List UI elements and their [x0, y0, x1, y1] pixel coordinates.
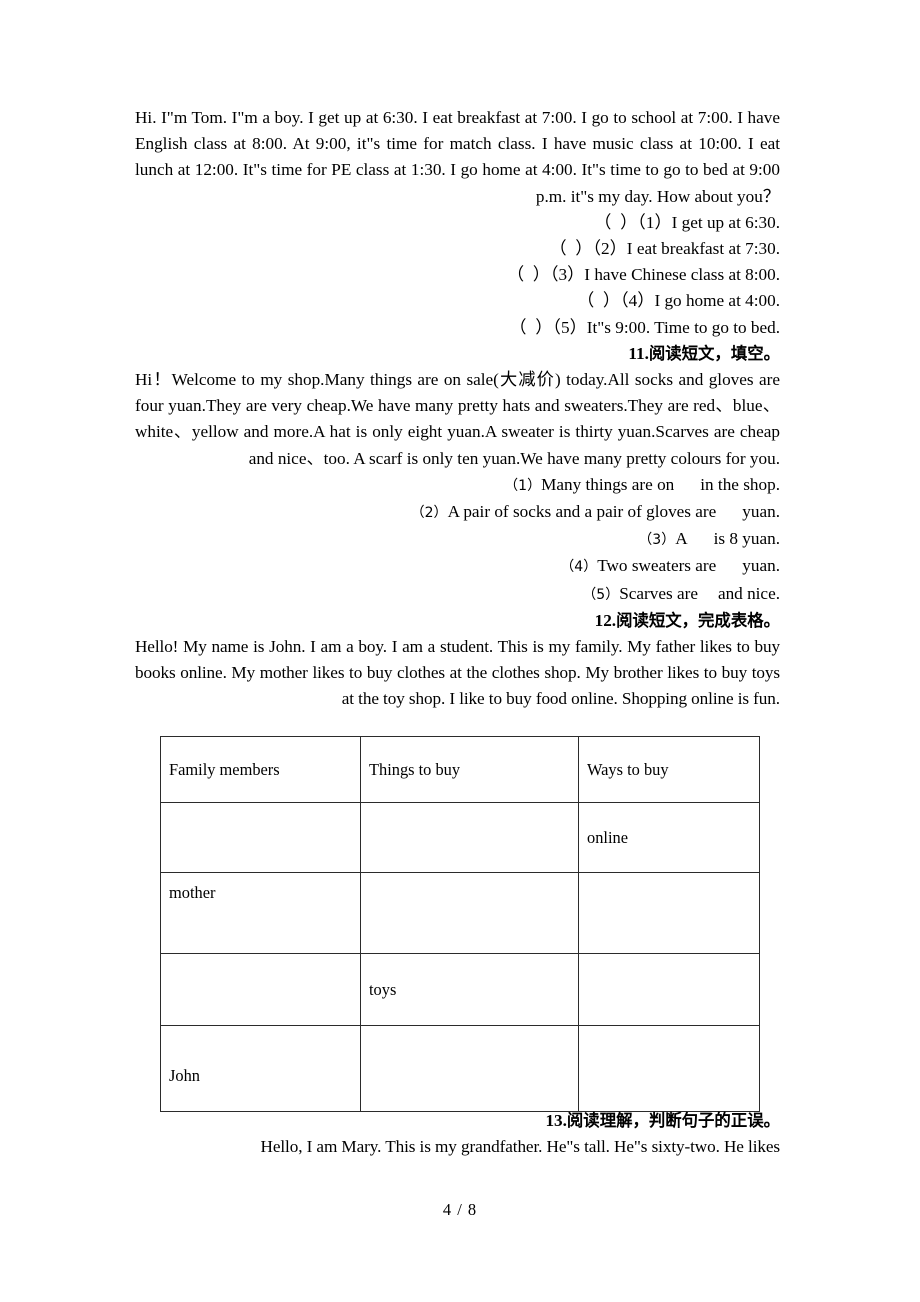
family-shopping-table-wrapper: Family members Things to buy Ways to buy… [160, 736, 760, 1112]
family-shopping-table: Family members Things to buy Ways to buy… [160, 736, 760, 1112]
section10-question-4: （ ）（4）I go home at 4:00. [577, 291, 780, 311]
section13-block: 13.阅读理解，判断句子的正误。 Hello, I am Mary. This … [135, 1108, 781, 1160]
section13-passage: Hello, I am Mary. This is my grandfather… [260, 1137, 781, 1157]
page-footer: 4 / 8 [442, 1200, 478, 1219]
section10-question-5: （ ）（5）It"s 9:00. Time to go to bed. [509, 317, 780, 337]
section11-question-3: （3）A is 8 yuan. [135, 526, 780, 553]
table-row: toys [160, 953, 760, 1026]
table-cell-member-3[interactable] [160, 953, 361, 1026]
table-cell-member-4: John [160, 1025, 361, 1112]
section11-question-2-label: （2） [410, 505, 448, 522]
table-cell-things-2[interactable] [360, 872, 579, 954]
section11-question-3-label: （3） [638, 532, 676, 549]
table-header-family-members: Family members [160, 736, 361, 803]
page-content: Hi. I"m Tom. I"m a boy. I get up at 6:30… [135, 105, 780, 713]
section11-question-4-label: （4） [560, 559, 598, 576]
table-header-row: Family members Things to buy Ways to buy [160, 736, 760, 803]
table-header-ways-to-buy: Ways to buy [578, 736, 760, 803]
table-cell-things-1[interactable] [360, 802, 579, 873]
section11-question-4-before: Two sweaters are [597, 556, 717, 576]
table-cell-ways-1: online [578, 802, 760, 873]
table-cell-ways-3[interactable] [578, 953, 760, 1026]
section12-heading-number: 12. [594, 610, 617, 630]
table-cell-things-3: toys [360, 953, 579, 1026]
document-page: Hi. I"m Tom. I"m a boy. I get up at 6:30… [0, 0, 920, 1302]
table-cell-member-1[interactable] [160, 802, 361, 873]
section10-passage: Hi. I"m Tom. I"m a boy. I get up at 6:30… [135, 108, 780, 206]
section13-heading-text: 阅读理解，判断句子的正误。 [566, 1111, 780, 1130]
section11-question-1-after: in the shop. [700, 474, 780, 494]
section13-heading-number: 13. [545, 1111, 567, 1130]
section11-question-1-before: Many things are on [541, 474, 675, 494]
section11-question-4-after: yuan. [742, 556, 780, 576]
section11-question-3-after: is 8 yuan. [713, 529, 780, 549]
table-header-things-to-buy: Things to buy [360, 736, 579, 803]
table-cell-things-4[interactable] [360, 1025, 579, 1112]
table-row: online [160, 802, 760, 873]
section11-question-5-before: Scarves are [619, 583, 698, 603]
table-cell-ways-2[interactable] [578, 872, 760, 954]
section12-heading: 12.阅读短文，完成表格。 [135, 608, 780, 634]
section11-question-1-label: （1） [504, 477, 542, 494]
section11-question-2: （2）A pair of socks and a pair of gloves … [135, 499, 780, 526]
section11-question-5-after: and nice. [717, 583, 780, 603]
section11-passage: Hi！Welcome to my shop.Many things are on… [135, 370, 780, 468]
section11-heading-text: 阅读短文，填空。 [648, 343, 780, 363]
section11-question-1: （1）Many things are on in the shop. [135, 472, 780, 499]
section12-passage: Hello! My name is John. I am a boy. I am… [135, 637, 780, 709]
section11-question-2-after: yuan. [742, 502, 780, 522]
section11-question-5: （5）Scarves are and nice. [135, 581, 780, 608]
section11-question-4: （4）Two sweaters are yuan. [135, 553, 780, 580]
section10-question-3: （ ）（3）I have Chinese class at 8:00. [506, 265, 780, 285]
section11-heading-number: 11. [628, 343, 649, 363]
section11-question-3-before: A [675, 529, 688, 549]
section13-heading: 13.阅读理解，判断句子的正误。 [135, 1108, 780, 1134]
section11-question-2-before: A pair of socks and a pair of gloves are [447, 502, 717, 522]
section10-question-1: （ ）（1）I get up at 6:30. [594, 212, 780, 232]
section11-question-5-label: （5） [582, 586, 620, 603]
section11-heading: 11.阅读短文，填空。 [135, 341, 780, 367]
section10-question-2: （ ）（2）I eat breakfast at 7:30. [549, 239, 780, 259]
table-cell-ways-4[interactable] [578, 1025, 760, 1112]
table-cell-member-2: mother [160, 872, 361, 954]
section12-heading-text: 阅读短文，完成表格。 [616, 610, 780, 630]
table-row: John [160, 1025, 760, 1112]
table-row: mother [160, 872, 760, 954]
